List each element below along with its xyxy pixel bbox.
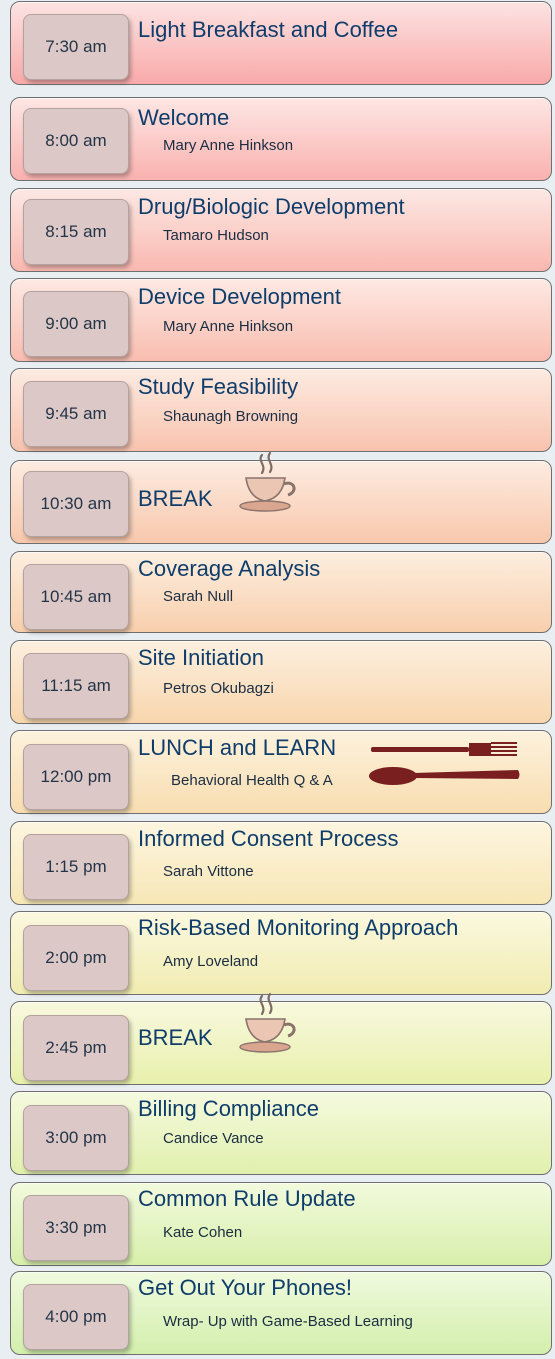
agenda-item: 8:15 am Drug/Biologic Development Tamaro H… — [10, 188, 552, 272]
agenda-item: 10:30 am BREAK — [10, 451, 552, 544]
agenda-item: 12:00 pm LUNCH and LEARN Behavioral Health… — [10, 730, 552, 814]
session-time: 1:15 pm — [45, 857, 107, 876]
session-time: 3:00 pm — [45, 1128, 107, 1147]
session-time: 2:00 pm — [45, 948, 107, 967]
time-box: 9:00 am — [23, 291, 129, 357]
agenda-item: 3:30 pm Common Rule Update Kate Cohen — [10, 1182, 552, 1266]
time-box: 8:00 am — [23, 108, 129, 174]
speaker-name: Mary Anne Hinkson — [163, 318, 294, 335]
speaker-name: Shaunagh Browning — [163, 408, 299, 425]
agenda-item: 11:15 am Site Initiation Petros Okubagzi — [10, 640, 552, 724]
session-time: 3:30 pm — [45, 1218, 107, 1237]
fork-spoon-icon — [369, 735, 521, 796]
agenda-item: 1:15 pm Informed Consent Process Sarah Vit… — [10, 821, 552, 905]
session-title: Coverage Analysis — [138, 556, 321, 581]
agenda-item: 4:00 pm Get Out Your Phones! Wrap- Up with… — [10, 1271, 552, 1355]
time-box: 3:30 pm — [23, 1195, 129, 1261]
session-title: LUNCH and LEARN — [138, 735, 337, 760]
session-time: 7:30 am — [45, 37, 107, 56]
time-box: 7:30 am — [23, 14, 129, 80]
session-time: 9:45 am — [45, 404, 107, 423]
speaker-name: Sarah Null — [163, 588, 234, 605]
session-title: Light Breakfast and Coffee — [138, 17, 399, 42]
agenda-item: 2:00 pm Risk-Based Monitoring Approach Amy… — [10, 911, 552, 995]
session-title: Welcome — [138, 105, 230, 130]
session-title: Common Rule Update — [138, 1186, 356, 1211]
time-box: 9:45 am — [23, 381, 129, 447]
session-time: 8:15 am — [45, 222, 107, 241]
session-title: Device Development — [138, 284, 341, 309]
time-box: 2:45 pm — [23, 1015, 129, 1081]
agenda-item: 2:45 pm BREAK — [10, 992, 552, 1085]
session-title: Informed Consent Process — [138, 826, 399, 851]
time-box: 12:00 pm — [23, 744, 129, 810]
time-box: 2:00 pm — [23, 925, 129, 991]
speaker-name: Sarah Vittone — [163, 863, 254, 880]
time-box: 1:15 pm — [23, 834, 129, 900]
session-time: 12:00 pm — [40, 767, 112, 786]
agenda-item: 9:00 am Device Development Mary Anne Hinks… — [10, 278, 552, 362]
speaker-name: Behavioral Health Q & A — [171, 772, 333, 789]
agenda-item: 9:45 am Study Feasibility Shaunagh Brownin… — [10, 368, 552, 452]
time-box: 4:00 pm — [23, 1284, 129, 1350]
session-title: Drug/Biologic Development — [138, 194, 405, 219]
time-box: 11:15 am — [23, 653, 129, 719]
session-time: 9:00 am — [45, 314, 107, 333]
session-time: 10:45 am — [40, 587, 112, 606]
session-time: 2:45 pm — [45, 1038, 107, 1057]
time-box: 10:30 am — [23, 471, 129, 537]
agenda-page: 7:30 am Light Breakfast and Coffee 8:00 am… — [0, 0, 555, 1359]
speaker-name: Petros Okubagzi — [163, 680, 274, 697]
agenda-item: 8:00 am Welcome Mary Anne Hinkson — [10, 97, 552, 181]
session-title: Get Out Your Phones! — [138, 1275, 353, 1300]
agenda-item: 7:30 am Light Breakfast and Coffee — [10, 1, 552, 85]
agenda-item: 10:45 am Coverage Analysis Sarah Null — [10, 551, 552, 633]
time-box: 8:15 am — [23, 199, 129, 265]
session-time: 4:00 pm — [45, 1307, 107, 1326]
time-box: 3:00 pm — [23, 1105, 129, 1171]
speaker-name: Tamaro Hudson — [163, 227, 269, 244]
speaker-name: Kate Cohen — [163, 1224, 243, 1241]
session-title: Risk-Based Monitoring Approach — [138, 915, 459, 940]
time-box: 10:45 am — [23, 564, 129, 630]
speaker-name: Wrap- Up with Game-Based Learning — [163, 1313, 413, 1330]
speaker-name: Amy Loveland — [163, 953, 259, 970]
speaker-name: Candice Vance — [163, 1130, 264, 1147]
session-title: Billing Compliance — [138, 1096, 319, 1121]
session-title: Site Initiation — [138, 645, 264, 670]
agenda-item: 3:00 pm Billing Compliance Candice Vance — [10, 1091, 552, 1175]
session-title: BREAK — [138, 1025, 213, 1050]
session-title: Study Feasibility — [138, 374, 299, 399]
session-time: 10:30 am — [40, 494, 112, 513]
speaker-name: Mary Anne Hinkson — [163, 137, 294, 154]
session-title: BREAK — [138, 486, 213, 511]
session-time: 8:00 am — [45, 131, 107, 150]
coffee-cup-icon — [231, 992, 313, 1069]
session-time: 11:15 am — [41, 676, 111, 695]
coffee-cup-icon — [231, 451, 313, 528]
